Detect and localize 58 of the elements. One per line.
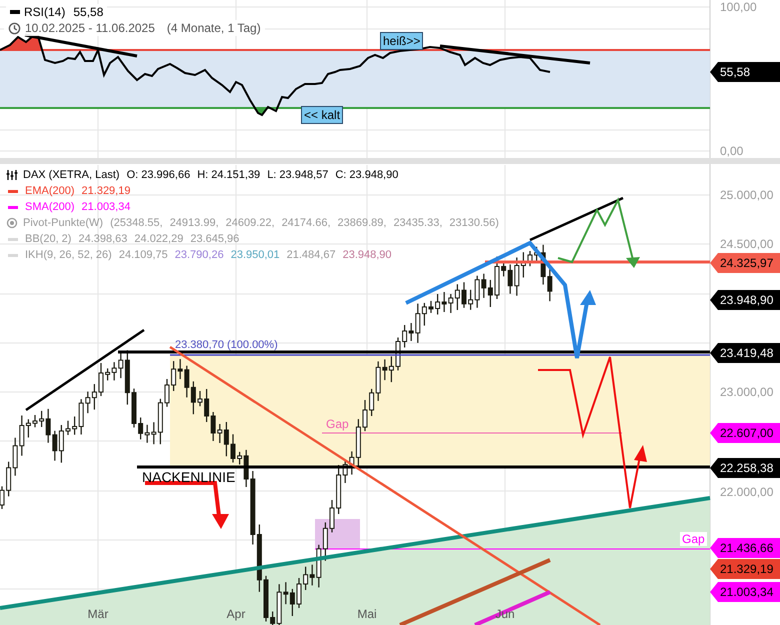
indicator-value: 21.329,19 <box>82 184 130 199</box>
range-span: (4 Monate, 1 Tag) <box>166 20 261 36</box>
price-tag: 55,58 <box>710 62 780 82</box>
indicator-value: 24609.22, <box>226 216 275 231</box>
indicator-name: SMA(200) <box>25 200 75 215</box>
candles-icon <box>6 169 18 181</box>
indicator-value: L: 23.948,57 <box>267 168 328 183</box>
indicator-value: C: 23.948,90 <box>335 168 398 183</box>
rsi-label: heiß>> <box>380 32 424 50</box>
indicator-value: O: 23.996,66 <box>126 168 190 183</box>
axis-label: 23.000,00 <box>720 385 774 399</box>
indicator-value: 24.398,63 <box>78 232 128 247</box>
axis-label: Mär <box>88 607 108 621</box>
neckline-label: NACKENLINIE <box>142 469 236 485</box>
indicator-value: 21.003,34 <box>82 200 130 215</box>
indicator-value: 23435.33, <box>393 216 442 231</box>
indicator-value: 21.484,67 <box>286 248 336 263</box>
indicator-name: IKH(9, 26, 52, 26) <box>25 248 112 263</box>
indicator-value: 23.645,96 <box>190 232 240 247</box>
clock-icon <box>8 22 21 34</box>
indicator-value: 24913.99, <box>170 216 219 231</box>
price-tag: 22.258,38 <box>710 458 780 478</box>
indicator-value: 24174.66, <box>282 216 330 231</box>
target-icon <box>6 217 18 229</box>
indicator-name: Pivot-Punkte(W) <box>23 216 104 231</box>
gap-label: Gap <box>680 532 707 546</box>
axis-label: 100,00 <box>720 0 757 14</box>
price-tag: 23.948,90 <box>710 290 780 310</box>
indicator-value: H: 24.151,39 <box>197 168 260 183</box>
price-tag: 24.325,97 <box>710 253 780 273</box>
rsi-label: << kalt <box>301 106 344 124</box>
gap-label: Gap <box>326 417 349 431</box>
indicator-value: 23.948,90 <box>342 248 392 263</box>
indicator-value: 55,58 <box>73 4 104 20</box>
indicator-value: 23.950,01 <box>230 248 280 263</box>
indicator-value: (25348.55, <box>110 216 163 231</box>
axis-label: 22.000,00 <box>720 485 774 499</box>
axis-label: 24.500,00 <box>720 237 774 251</box>
axis-label: 25.000,00 <box>720 188 774 202</box>
axis-label: 0,00 <box>720 144 744 158</box>
date-range: 10.02.2025 - 11.06.2025 <box>25 20 155 36</box>
price-tag: 22.607,00 <box>710 423 780 443</box>
indicator-value: 23869.89, <box>338 216 386 231</box>
indicator-value: 24.109,75 <box>118 248 168 263</box>
indicator-name: EMA(200) <box>25 184 75 199</box>
indicator-name: RSI(14) <box>24 4 66 20</box>
indicator-value: 24.022,29 <box>134 232 184 247</box>
indicator-name: DAX (XETRA, Last) <box>23 168 120 183</box>
axis-label: Mai <box>357 607 377 621</box>
indicator-value: 23.790,26 <box>174 248 224 263</box>
level-label: 23.380,70 (100.00%) <box>175 339 278 352</box>
indicator-name: BB(20, 2) <box>25 232 72 247</box>
axis-label: Apr <box>226 607 246 621</box>
price-tag: 21.436,66 <box>710 538 780 558</box>
price-tag: 21.003,34 <box>710 582 780 602</box>
price-tag: 21.329,19 <box>710 559 780 579</box>
price-tag: 23.419,48 <box>710 343 780 363</box>
indicator-value: 23130.56) <box>449 216 499 231</box>
